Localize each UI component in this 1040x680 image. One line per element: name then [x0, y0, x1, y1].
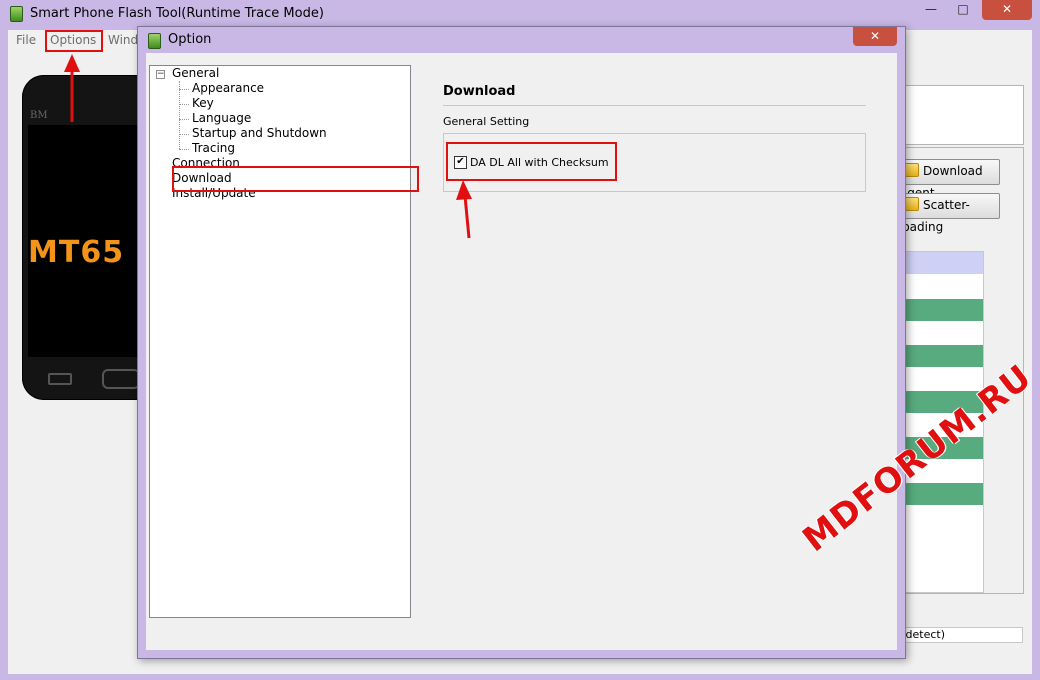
arrow-head-icon	[456, 180, 472, 200]
arrow-checkbox	[463, 195, 471, 239]
arrow-head-icon	[64, 54, 80, 72]
annotation-arrows	[64, 54, 472, 239]
